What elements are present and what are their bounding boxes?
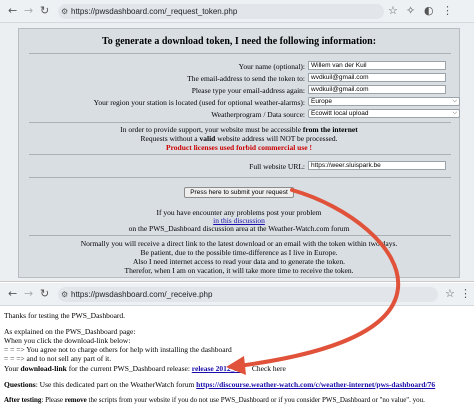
more-icon[interactable]: ⋮ bbox=[442, 5, 453, 17]
email-confirm-input[interactable]: wvdkuil@gmail.com bbox=[308, 85, 446, 94]
forward-arrow-icon[interactable]: → bbox=[24, 288, 33, 300]
address-bar-2-text: https://pwsdashboard.com/_receive.php bbox=[71, 290, 213, 299]
forbidden-commercial-text: Product licenses used forbid commercial … bbox=[166, 143, 312, 152]
download-mid: for the current PWS_Dashboard release: bbox=[66, 364, 192, 373]
problems-forum-text: on the PWS_Dashboard discussion area at … bbox=[128, 224, 350, 233]
browser-toolbar-2: ← → ↻ ⚙ https://pwsdashboard.com/_receiv… bbox=[0, 283, 474, 306]
divider bbox=[29, 154, 451, 155]
lock-icon: ⚙ bbox=[61, 7, 69, 16]
download-pre: Your bbox=[4, 364, 21, 373]
release-download-link[interactable]: release 2012_lts bbox=[192, 364, 242, 373]
form-title: To generate a download token, I need the… bbox=[101, 36, 377, 47]
chevron-down-icon: ⌵ bbox=[452, 110, 457, 116]
forum-link[interactable]: https://discourse.weather-watch.com/c/we… bbox=[196, 380, 435, 389]
download-bold: download-link bbox=[20, 364, 67, 373]
thanks-text: Thanks for testing the PWS_Dashboard. bbox=[4, 311, 126, 320]
browser-toolbar: ← → ↻ ⚙ https://pwsdashboard.com/_reques… bbox=[0, 0, 474, 23]
forward-arrow-icon[interactable]: → bbox=[24, 5, 33, 17]
explained-text: As explained on the PWS_Dashboard page: bbox=[4, 327, 136, 336]
region-select[interactable]: Europe ⌵ bbox=[308, 97, 460, 106]
note-1: Normally you will receive a direct link … bbox=[80, 239, 398, 248]
support-text-2c: website address will NOT be processed. bbox=[215, 134, 338, 143]
request-token-window: ← → ↻ ⚙ https://pwsdashboard.com/_reques… bbox=[0, 0, 474, 282]
email-confirm-label: Please type your email-address again: bbox=[191, 86, 305, 95]
divider bbox=[29, 122, 451, 123]
after-text-a: : Please bbox=[41, 396, 65, 404]
after-testing-line: After testing: Please remove the scripts… bbox=[4, 396, 425, 405]
support-text-2b: valid bbox=[199, 134, 216, 143]
after-testing-label: After testing bbox=[4, 396, 42, 404]
support-text-2a: Requests without a bbox=[140, 134, 200, 143]
more-icon[interactable]: ⋮ bbox=[460, 288, 471, 300]
address-bar-text: https://pwsdashboard.com/_request_token.… bbox=[71, 7, 238, 16]
questions-text: : Use this dedicated part on the Weather… bbox=[35, 380, 197, 389]
back-arrow-icon[interactable]: ← bbox=[8, 288, 17, 300]
website-url-input[interactable]: https://weer.sluispark.be bbox=[308, 161, 446, 170]
address-bar-2[interactable]: ⚙ https://pwsdashboard.com/_receive.php bbox=[58, 287, 438, 302]
support-text-1b: from the internet bbox=[302, 125, 358, 134]
submit-request-button[interactable]: Press here to submit your request bbox=[184, 187, 294, 198]
note-2: Be patient, due to the possible time-dif… bbox=[140, 248, 338, 257]
name-input[interactable]: Willem van der Kuil bbox=[308, 61, 446, 70]
email-label: The email-address to send the token to: bbox=[187, 74, 305, 83]
agree-text-2: = = => and to not sell any part of it. bbox=[4, 354, 112, 363]
token-request-form: To generate a download token, I need the… bbox=[18, 28, 460, 278]
remove-word: remove bbox=[64, 396, 87, 404]
support-text-1a: In order to provide support, your websit… bbox=[120, 125, 303, 134]
extensions-icon[interactable]: ✧ bbox=[406, 5, 415, 17]
download-line: Your download-link for the current PWS_D… bbox=[4, 364, 286, 373]
lock-icon: ⚙ bbox=[61, 290, 69, 299]
back-arrow-icon[interactable]: ← bbox=[8, 5, 17, 17]
after-text-b: the scripts from your website if you do … bbox=[86, 396, 425, 404]
divider bbox=[29, 235, 451, 236]
star-icon[interactable]: ☆ bbox=[388, 5, 398, 17]
profile-icon[interactable]: ◐ bbox=[424, 5, 434, 17]
datasource-select-value: Ecowitt local upload bbox=[311, 110, 369, 117]
receive-window: ← → ↻ ⚙ https://pwsdashboard.com/_receiv… bbox=[0, 283, 474, 417]
datasource-select[interactable]: Ecowitt local upload ⌵ bbox=[308, 109, 460, 118]
name-label: Your name (optional): bbox=[238, 62, 305, 71]
email-input[interactable]: wvdkuil@gmail.com bbox=[308, 73, 446, 82]
star-icon[interactable]: ☆ bbox=[445, 288, 455, 300]
divider bbox=[29, 53, 451, 54]
datasource-label: Weatherprogram / Data source: bbox=[211, 110, 305, 119]
reload-icon[interactable]: ↻ bbox=[40, 288, 49, 300]
reload-icon[interactable]: ↻ bbox=[40, 5, 49, 17]
divider bbox=[29, 177, 451, 178]
support-text-2: Requests without a valid website address… bbox=[19, 134, 459, 143]
questions-line: Questions: Use this dedicated part on th… bbox=[4, 380, 435, 389]
chevron-down-icon: ⌵ bbox=[452, 98, 457, 104]
when-click-text: When you click the download-link below: bbox=[4, 336, 131, 345]
address-bar[interactable]: ⚙ https://pwsdashboard.com/_request_toke… bbox=[58, 4, 384, 19]
support-text-1: In order to provide support, your websit… bbox=[19, 125, 459, 134]
region-select-value: Europe bbox=[311, 98, 332, 105]
region-label: Your region your station is located (use… bbox=[93, 98, 305, 107]
note-4: Therefor, when I am on vacation, it will… bbox=[124, 266, 354, 275]
check-here-text: Check here bbox=[251, 364, 286, 373]
website-url-label: Full website URL: bbox=[249, 162, 305, 171]
agree-text-1: = = => You agree not to charge others fo… bbox=[4, 345, 232, 354]
note-3: Also I need internet access to read your… bbox=[133, 257, 345, 266]
questions-label: Questions bbox=[4, 380, 36, 389]
